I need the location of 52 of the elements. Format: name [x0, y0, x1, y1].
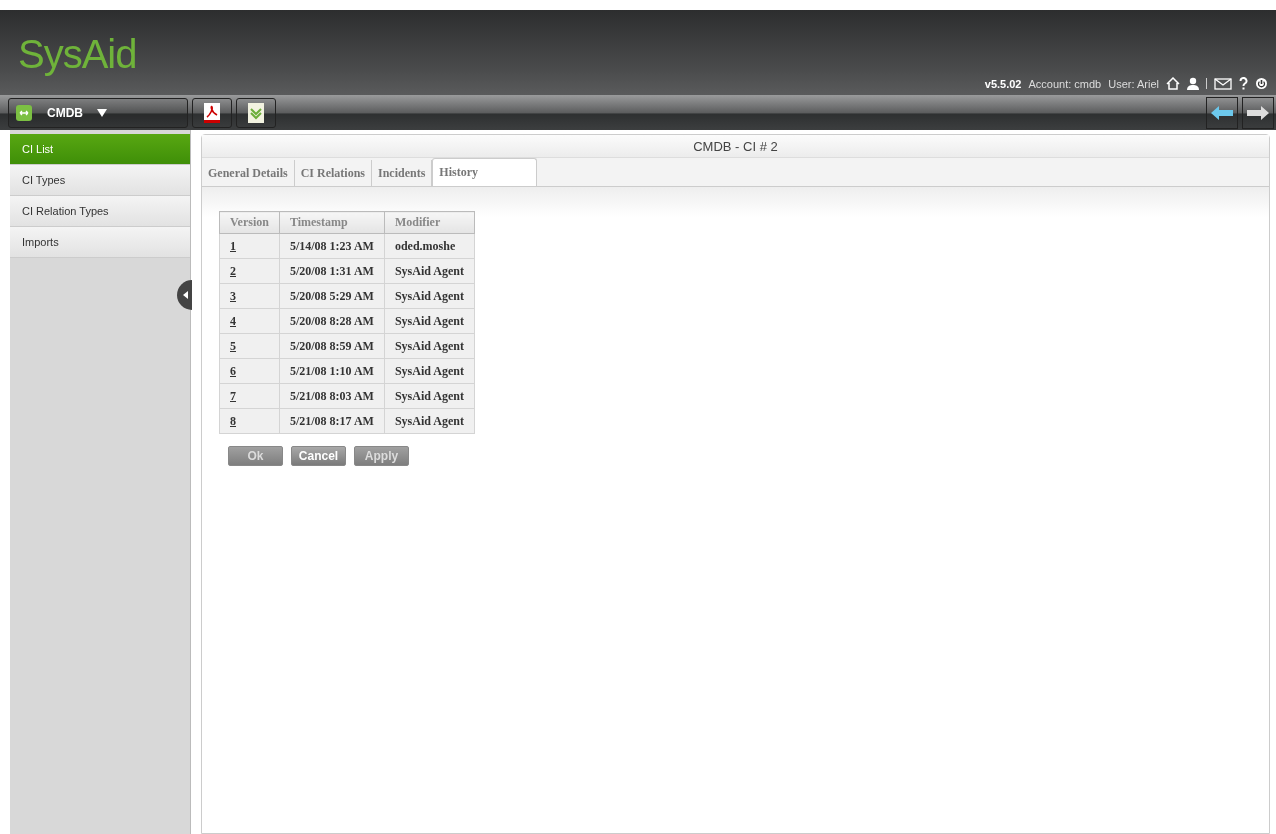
- caret-icon: [97, 108, 107, 117]
- version-link[interactable]: 6: [230, 363, 236, 378]
- mail-icon[interactable]: [1214, 77, 1232, 90]
- table-cell: SysAid Agent: [384, 258, 475, 284]
- pdf-icon: [204, 102, 220, 123]
- tab[interactable]: General Details: [202, 160, 295, 186]
- table-cell: 5/21/08 8:03 AM: [279, 383, 385, 409]
- sysaid-logo: SysAid: [18, 32, 137, 77]
- table-cell: 5/20/08 5:29 AM: [279, 283, 385, 309]
- pdf-export-button[interactable]: [192, 97, 232, 128]
- version-link[interactable]: 7: [230, 388, 236, 403]
- version-link[interactable]: 5: [230, 338, 236, 353]
- column-header: Modifier: [384, 211, 475, 234]
- version-link[interactable]: 8: [230, 413, 236, 428]
- version-link[interactable]: 2: [230, 263, 236, 278]
- table-cell: 5/20/08 8:28 AM: [279, 308, 385, 334]
- table-cell: SysAid Agent: [384, 333, 475, 359]
- sidebar-item[interactable]: CI Relation Types: [10, 196, 190, 227]
- account-label: Account: cmdb: [1028, 77, 1102, 90]
- spell-check-button[interactable]: [236, 97, 276, 128]
- user-icon[interactable]: [1187, 77, 1199, 90]
- table-cell: 5/14/08 1:23 AM: [279, 233, 385, 259]
- table-cell: SysAid Agent: [384, 358, 475, 384]
- table-cell: SysAid Agent: [384, 283, 475, 309]
- table-cell: 5/21/08 8:17 AM: [279, 408, 385, 434]
- sidebar-item[interactable]: CI Types: [10, 165, 190, 196]
- table-cell: 5/20/08 1:31 AM: [279, 258, 385, 284]
- home-icon[interactable]: [1166, 77, 1180, 90]
- spell-check-icon: [248, 102, 264, 123]
- sidebar-item[interactable]: Imports: [10, 227, 190, 258]
- table-cell: oded.moshe: [384, 233, 475, 259]
- panel-title: CMDB - CI # 2: [202, 135, 1269, 158]
- module-dropdown[interactable]: CMDB: [8, 97, 188, 128]
- tab[interactable]: History: [432, 158, 538, 186]
- column-header: Version: [219, 211, 280, 234]
- version-link[interactable]: 4: [230, 313, 236, 328]
- database-icon: [15, 103, 33, 122]
- user-label: User: Ariel: [1108, 77, 1159, 90]
- table-cell: 5/20/08 8:59 AM: [279, 333, 385, 359]
- table-cell: SysAid Agent: [384, 408, 475, 434]
- column-header: Timestamp: [279, 211, 385, 234]
- collapse-arrow-icon[interactable]: [174, 280, 192, 310]
- version-label: v5.5.02: [984, 77, 1022, 90]
- table-cell: SysAid Agent: [384, 383, 475, 409]
- table-cell: SysAid Agent: [384, 308, 475, 334]
- help-icon[interactable]: [1239, 77, 1248, 90]
- table-cell: 5/21/08 1:10 AM: [279, 358, 385, 384]
- sidebar-item[interactable]: CI List: [10, 134, 190, 165]
- tab[interactable]: CI Relations: [294, 160, 372, 186]
- version-link[interactable]: 3: [230, 288, 236, 303]
- power-icon[interactable]: [1255, 77, 1268, 90]
- version-link[interactable]: 1: [230, 238, 236, 253]
